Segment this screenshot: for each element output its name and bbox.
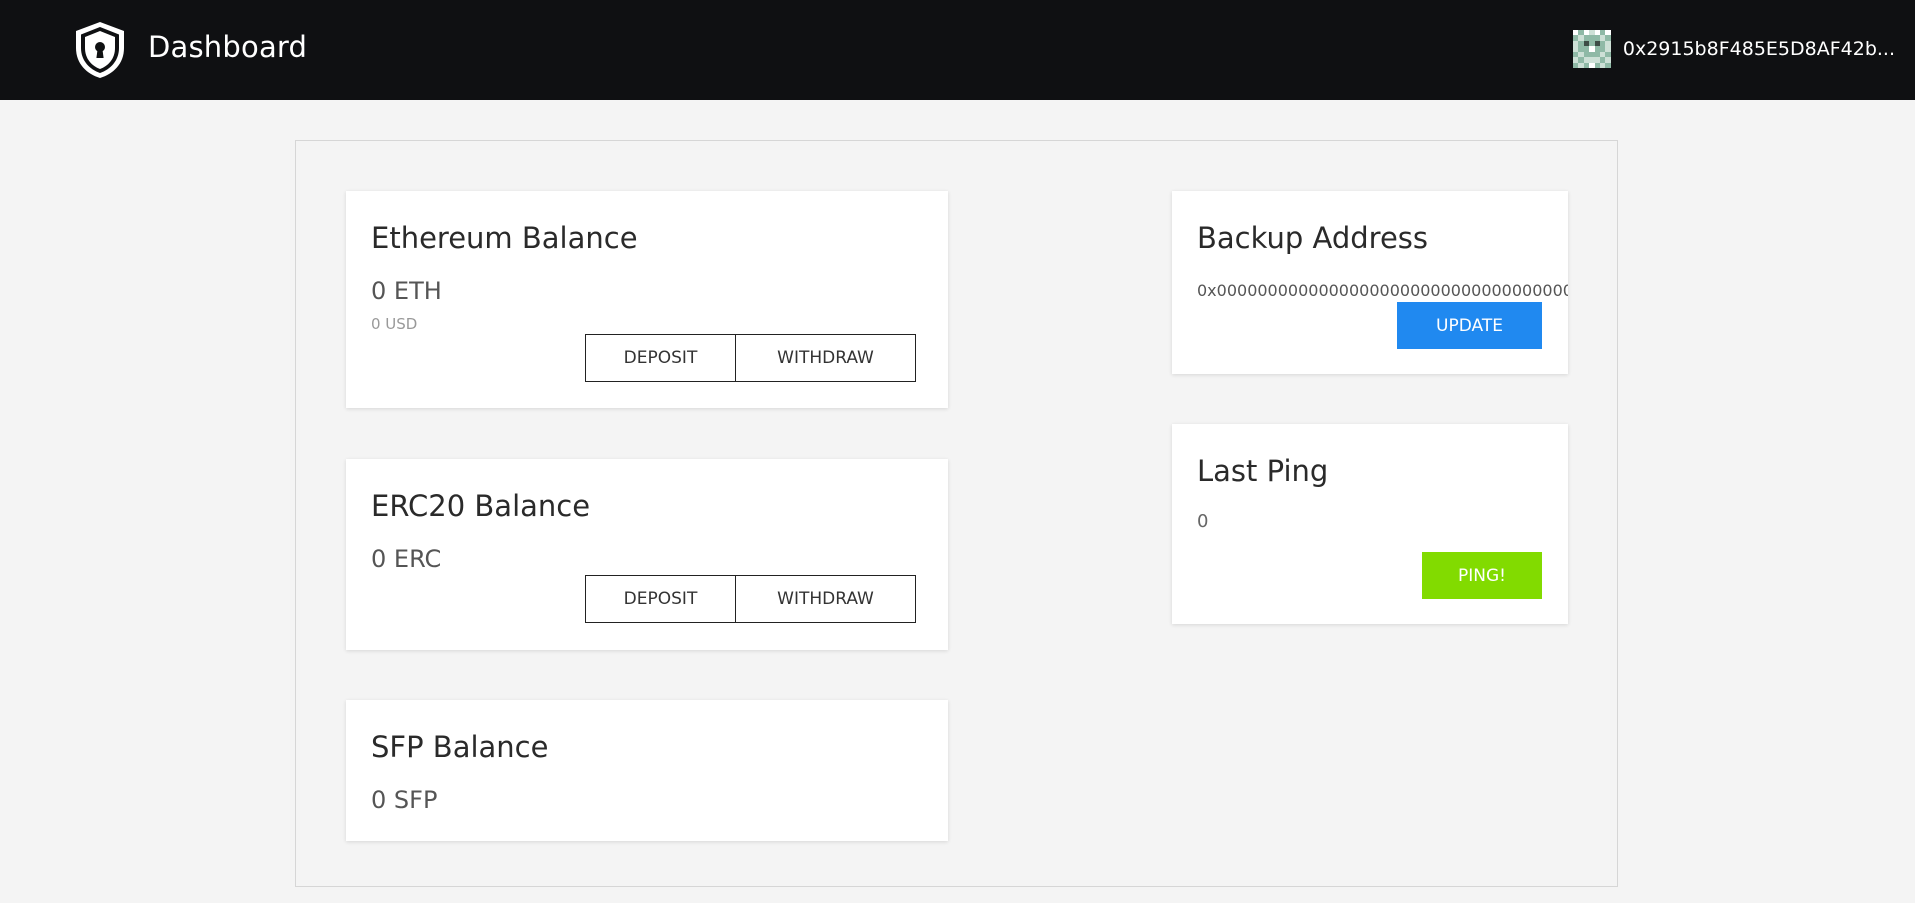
identicon-avatar[interactable] [1572, 30, 1611, 68]
sfp-balance-value: 0 SFP [371, 786, 438, 814]
eth-withdraw-button[interactable]: WITHDRAW [736, 334, 916, 382]
top-navbar: Dashboard 0x2915b8F485E5D8AF42b... [0, 0, 1915, 100]
erc20-balance-title: ERC20 Balance [371, 489, 591, 523]
backup-address-title: Backup Address [1197, 221, 1429, 255]
backup-address-value: 0x00000000000000000000000000000000000000… [1197, 281, 1568, 300]
last-ping-card: Last Ping 0 PING! [1172, 424, 1568, 624]
sfp-balance-title: SFP Balance [371, 730, 549, 764]
shield-keyhole-icon[interactable] [72, 20, 128, 80]
backup-address-card: Backup Address 0x00000000000000000000000… [1172, 191, 1568, 374]
ethereum-balance-card: Ethereum Balance 0 ETH 0 USD DEPOSIT WIT… [346, 191, 948, 408]
account-menu[interactable]: 0x2915b8F485E5D8AF42b... [1572, 28, 1895, 70]
eth-deposit-button[interactable]: DEPOSIT [585, 334, 736, 382]
ethereum-balance-title: Ethereum Balance [371, 221, 638, 255]
ethereum-balance-usd: 0 USD [371, 315, 418, 333]
dashboard-panel: Ethereum Balance 0 ETH 0 USD DEPOSIT WIT… [295, 140, 1618, 887]
erc20-withdraw-button[interactable]: WITHDRAW [736, 575, 916, 623]
last-ping-value: 0 [1197, 511, 1209, 532]
erc20-balance-card: ERC20 Balance 0 ERC DEPOSIT WITHDRAW [346, 459, 948, 650]
erc20-balance-value: 0 ERC [371, 545, 442, 573]
erc20-actions: DEPOSIT WITHDRAW [585, 575, 916, 623]
account-address[interactable]: 0x2915b8F485E5D8AF42b... [1623, 38, 1895, 60]
erc20-deposit-button[interactable]: DEPOSIT [585, 575, 736, 623]
last-ping-title: Last Ping [1197, 454, 1329, 488]
update-button[interactable]: UPDATE [1397, 302, 1542, 349]
sfp-balance-card: SFP Balance 0 SFP [346, 700, 948, 841]
ethereum-actions: DEPOSIT WITHDRAW [585, 334, 916, 382]
ethereum-balance-value: 0 ETH [371, 277, 442, 305]
app-title: Dashboard [148, 30, 308, 64]
ping-button[interactable]: PING! [1422, 552, 1542, 599]
